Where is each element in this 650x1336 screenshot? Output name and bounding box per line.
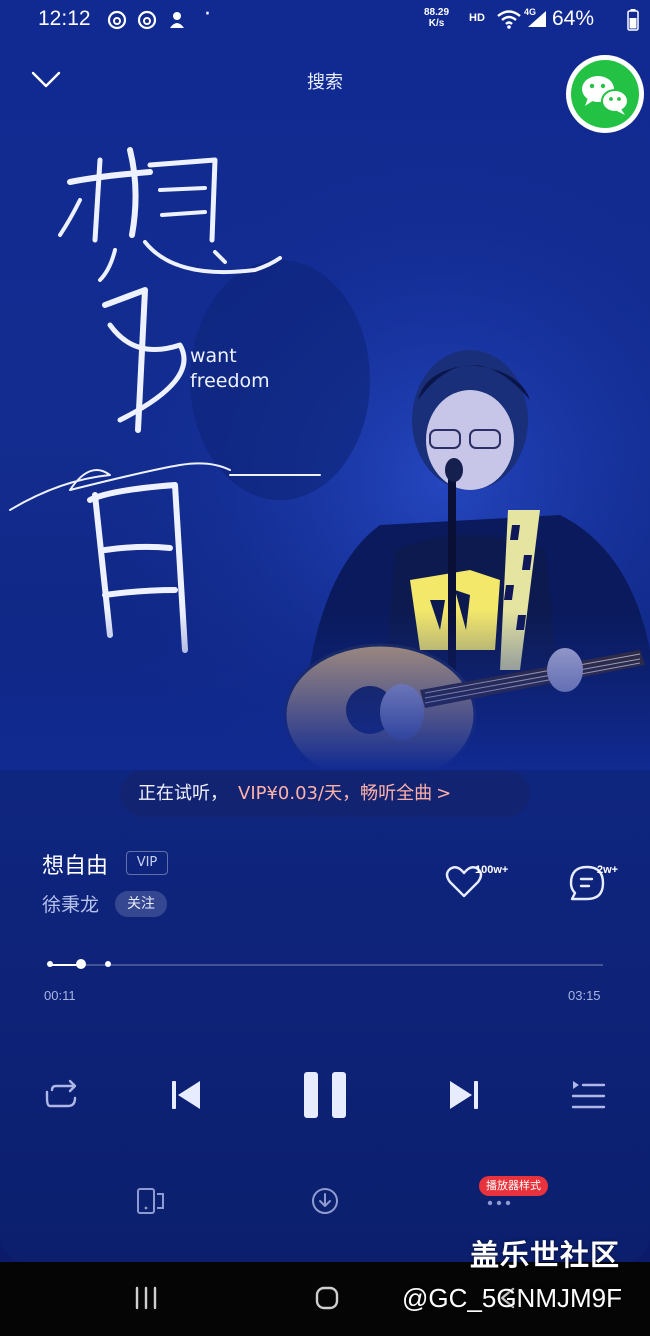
like-count: 100w+ bbox=[475, 864, 509, 876]
download-icon[interactable] bbox=[311, 1186, 339, 1216]
battery-percentage: 64% bbox=[552, 7, 595, 30]
comment-count: 2w+ bbox=[597, 864, 619, 876]
watermark-title: 盖乐世社区 bbox=[470, 1238, 621, 1272]
network-speed-unit: K/s bbox=[428, 18, 445, 29]
search-button[interactable]: 搜索 bbox=[0, 68, 650, 94]
progress-buffer-marker bbox=[104, 961, 111, 967]
progress-start-marker bbox=[47, 961, 53, 967]
progress-bar[interactable] bbox=[47, 959, 603, 969]
home-icon[interactable] bbox=[314, 1285, 340, 1311]
signal-icon bbox=[528, 11, 546, 27]
wifi-icon bbox=[497, 10, 521, 29]
network-speed-value: 88.29 bbox=[424, 7, 450, 18]
follow-button[interactable]: 关注 bbox=[115, 891, 167, 917]
album-cover bbox=[0, 130, 650, 770]
album-subtitle-line1: want bbox=[190, 345, 237, 367]
netease-music-icon bbox=[137, 10, 157, 30]
album-subtitle-line2: freedom bbox=[190, 370, 270, 392]
artist-name[interactable]: 徐秉龙 bbox=[42, 890, 99, 917]
device-icon[interactable] bbox=[135, 1186, 167, 1216]
chevron-right-icon: > bbox=[436, 783, 452, 804]
trial-status-text: 正在试听， bbox=[138, 783, 228, 804]
player-screen: 12:12 · 88.29 K/s HD 4G 64% 搜索 want free… bbox=[0, 0, 650, 1262]
netease-music-icon bbox=[107, 10, 127, 30]
progress-thumb[interactable] bbox=[75, 959, 86, 969]
repeat-icon[interactable] bbox=[44, 1078, 82, 1114]
current-time: 00:11 bbox=[44, 988, 76, 1003]
playlist-icon[interactable] bbox=[570, 1078, 606, 1114]
recent-apps-icon[interactable] bbox=[132, 1285, 160, 1311]
hd-label: HD bbox=[469, 12, 485, 24]
total-time: 03:15 bbox=[568, 988, 601, 1003]
app-notification-icon bbox=[170, 12, 184, 28]
vip-trial-banner[interactable]: 正在试听， VIP¥0.03/天，畅听全曲 > bbox=[120, 771, 530, 817]
player-style-badge[interactable]: 播放器样式 bbox=[479, 1176, 548, 1196]
wechat-icon bbox=[582, 76, 629, 115]
vip-offer-text: VIP¥0.03/天，畅听全曲 bbox=[238, 783, 433, 804]
more-notifications-dot: · bbox=[204, 2, 211, 27]
status-bar: 12:12 · 88.29 K/s HD 4G 64% bbox=[0, 0, 650, 40]
vip-tag: VIP bbox=[126, 851, 168, 875]
watermark-user: @GC_5GNMJM9F bbox=[402, 1283, 622, 1313]
album-subtitle: want freedom bbox=[190, 344, 270, 394]
skip-next-icon[interactable] bbox=[446, 1077, 482, 1113]
wechat-share-button[interactable] bbox=[566, 55, 644, 133]
song-title: 想自由 bbox=[42, 854, 109, 879]
status-time: 12:12 bbox=[38, 7, 91, 30]
pause-icon[interactable] bbox=[300, 1070, 350, 1120]
network-speed: 88.29 K/s bbox=[424, 7, 449, 29]
battery-icon bbox=[627, 9, 639, 31]
skip-previous-icon[interactable] bbox=[168, 1077, 204, 1113]
